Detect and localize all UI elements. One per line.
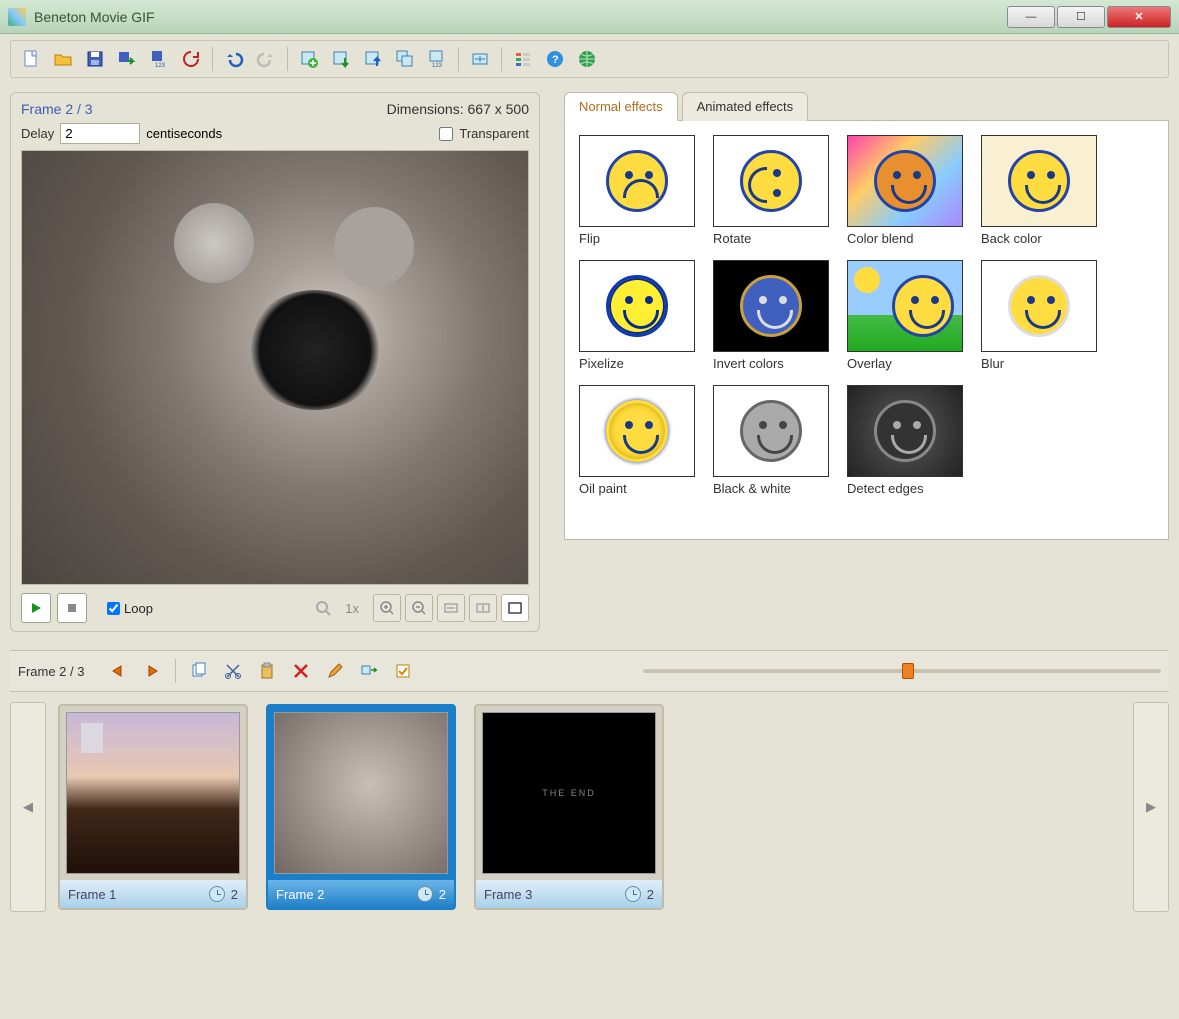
play-button[interactable] [21,593,51,623]
effect-black-white[interactable]: Black & white [713,385,833,496]
svg-text:?: ? [552,54,559,66]
dimensions-label: Dimensions: 667 x 500 [387,101,529,117]
save-button[interactable] [81,45,109,73]
paste-button[interactable] [253,657,281,685]
delete-frame-button[interactable] [287,657,315,685]
timeline-frame-label: Frame 2 / 3 [18,664,84,679]
stop-button[interactable] [57,593,87,623]
fullscreen-button[interactable] [501,594,529,622]
loop-label: Loop [124,601,153,616]
timeline-slider[interactable] [643,669,1161,673]
frame-thumb: THE END [482,712,656,874]
zoom-icon [315,600,331,616]
add-frame-button[interactable] [295,45,323,73]
next-frame-button[interactable] [138,657,166,685]
export-frame-button[interactable] [359,45,387,73]
reload-button[interactable] [177,45,205,73]
clock-icon [209,886,225,902]
effect-flip[interactable]: Flip [579,135,699,246]
loop-checkbox[interactable] [107,602,120,615]
redo-button[interactable] [252,45,280,73]
tab-normal-effects[interactable]: Normal effects [564,92,678,121]
properties-button[interactable] [509,45,537,73]
cut-button[interactable] [219,657,247,685]
maximize-button[interactable]: ☐ [1057,6,1105,28]
minimize-button[interactable]: — [1007,6,1055,28]
delay-label: Delay [21,126,54,141]
effect-back-color[interactable]: Back color [981,135,1101,246]
app-icon [8,8,26,26]
effect-overlay[interactable]: Overlay [847,260,967,371]
save-frames-button[interactable]: 123 [145,45,173,73]
zoom-label: 1x [345,601,359,616]
frame-indicator: Frame 2 / 3 [21,101,93,117]
effects-panel: Normal effects Animated effects Flip Rot… [564,92,1169,632]
svg-text:123: 123 [432,63,443,69]
fit-width-button[interactable] [437,594,465,622]
save-as-button[interactable] [113,45,141,73]
transparent-label: Transparent [459,126,529,141]
export-frames-button[interactable]: 123 [423,45,451,73]
delay-input[interactable] [60,123,140,144]
resize-button[interactable] [466,45,494,73]
effect-invert-colors[interactable]: Invert colors [713,260,833,371]
undo-button[interactable] [220,45,248,73]
effect-oil-paint[interactable]: Oil paint [579,385,699,496]
effect-pixelize[interactable]: Pixelize [579,260,699,371]
timeline-toolbar: Frame 2 / 3 [10,650,1169,692]
frame-card-3[interactable]: THE END Frame 32 [474,704,664,910]
preview-panel: Frame 2 / 3 Dimensions: 667 x 500 Delay … [10,92,540,632]
edit-frame-button[interactable] [321,657,349,685]
effect-detect-edges[interactable]: Detect edges [847,385,967,496]
frame-thumb [66,712,240,874]
clock-icon [625,886,641,902]
open-file-button[interactable] [49,45,77,73]
website-button[interactable] [573,45,601,73]
frames-scroll-right[interactable]: ▶ [1133,702,1169,912]
select-all-button[interactable] [389,657,417,685]
zoom-out-button[interactable] [405,594,433,622]
prev-frame-button[interactable] [104,657,132,685]
close-button[interactable]: ✕ [1107,6,1171,28]
frames-list: Frame 12 Frame 22 THE END Frame 32 [56,702,1123,912]
frame-card-2[interactable]: Frame 22 [266,704,456,910]
import-frame-button[interactable] [327,45,355,73]
new-file-button[interactable] [17,45,45,73]
main-toolbar: 123 123 ? [10,40,1169,78]
effect-color-blend[interactable]: Color blend [847,135,967,246]
svg-text:123: 123 [155,63,166,69]
zoom-in-button[interactable] [373,594,401,622]
preview-image [21,150,529,585]
help-button[interactable]: ? [541,45,569,73]
move-frame-button[interactable] [355,657,383,685]
tab-animated-effects[interactable]: Animated effects [682,92,809,121]
effect-blur[interactable]: Blur [981,260,1101,371]
clock-icon [417,886,433,902]
slider-thumb[interactable] [902,663,914,679]
frame-thumb [274,712,448,874]
duplicate-frame-button[interactable] [391,45,419,73]
frame-card-1[interactable]: Frame 12 [58,704,248,910]
fit-window-button[interactable] [469,594,497,622]
delay-unit: centiseconds [146,126,222,141]
titlebar: Beneton Movie GIF — ☐ ✕ [0,0,1179,34]
effect-rotate[interactable]: Rotate [713,135,833,246]
frames-scroll-left[interactable]: ◀ [10,702,46,912]
copy-button[interactable] [185,657,213,685]
window-title: Beneton Movie GIF [34,9,1005,25]
transparent-checkbox[interactable] [439,127,453,141]
